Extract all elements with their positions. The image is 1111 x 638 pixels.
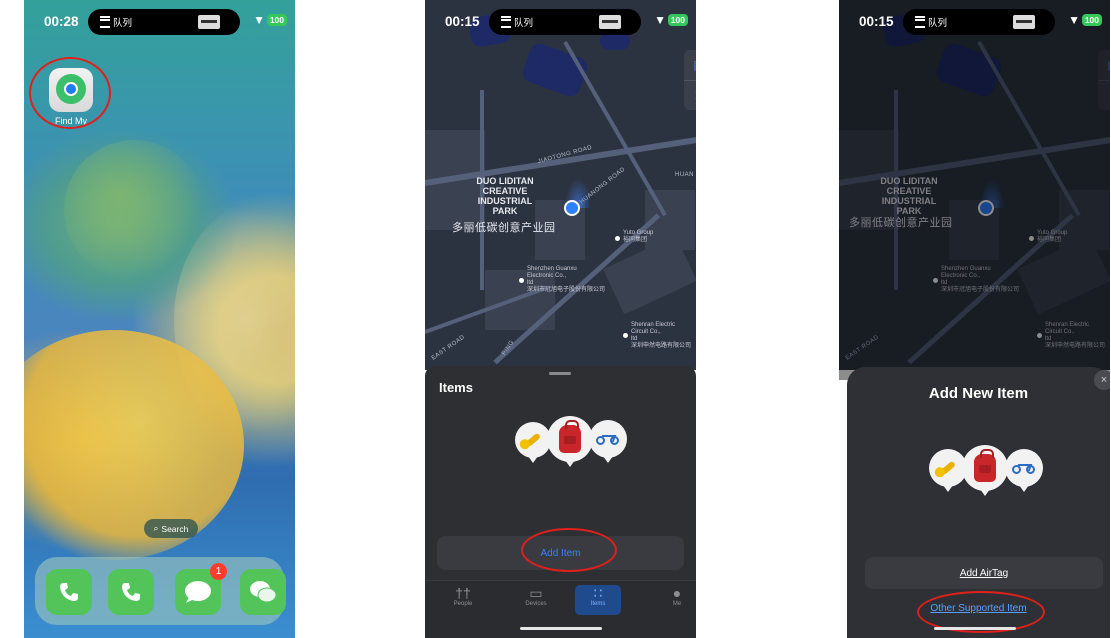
live-activity-thumbnail [599, 15, 621, 29]
queue-indicator: 队列 [100, 15, 132, 29]
sheet-title: Items [439, 380, 473, 395]
tab-label: Devices [525, 601, 547, 607]
add-airtag-label: Add AirTag [959, 567, 1009, 579]
current-location-dot [566, 202, 578, 214]
queue-label: 队列 [514, 18, 534, 29]
status-bar: 00:28 队列 ▼ 100 [24, 0, 295, 44]
tab-label: People [453, 601, 473, 607]
bicycle-icon [1012, 462, 1036, 474]
key-icon [939, 460, 957, 476]
road-label: EAST ROAD [430, 334, 467, 362]
dynamic-island[interactable]: 队列 [489, 9, 641, 35]
backpack-bubble [547, 416, 593, 467]
close-icon: × [1100, 374, 1108, 386]
status-time: 00:15 [445, 14, 480, 29]
tab-people[interactable]: †† People [440, 585, 486, 615]
sheet-grabber[interactable] [549, 372, 571, 375]
status-time: 00:28 [44, 14, 79, 29]
live-activity-thumbnail [198, 15, 220, 29]
poi-label: Yuto Group 裕同集团 [623, 230, 654, 243]
queue-label: 队列 [113, 18, 133, 29]
list-icon [915, 16, 925, 28]
map-view[interactable]: JIAOTONG ROAD HUANONG ROAD HUAN EAST ROA… [425, 0, 696, 370]
tab-me[interactable]: ● Me [661, 585, 693, 615]
wifi-icon: ▼ [253, 13, 265, 27]
search-pill[interactable]: ⌕ Search [144, 519, 198, 538]
poi-marker[interactable] [623, 333, 628, 338]
people-icon: †† [455, 585, 471, 601]
me-icon: ● [672, 585, 682, 601]
battery-indicator: 100 [266, 14, 287, 26]
bike-bubble [589, 420, 627, 463]
poi-marker[interactable] [519, 278, 524, 283]
wifi-icon: ▼ [1068, 13, 1080, 27]
close-button[interactable]: × [1094, 370, 1110, 390]
bike-bubble [1005, 449, 1043, 492]
add-new-item-screen: DUO LIDITAN CREATIVE INDUSTRIAL PARK 多丽低… [839, 0, 1110, 638]
map-mode-icon[interactable]: ▦ [684, 50, 696, 81]
key-icon [524, 432, 542, 448]
find-my-items-screen: JIAOTONG ROAD HUANONG ROAD HUAN EAST ROA… [425, 0, 696, 638]
phone-app-icon[interactable] [46, 569, 92, 615]
bicycle-icon [596, 433, 620, 445]
annotation-circle [29, 57, 111, 129]
dynamic-island[interactable]: 队列 [88, 9, 240, 35]
backpack-bubble [962, 445, 1008, 496]
backpack-icon [974, 449, 996, 482]
tab-devices[interactable]: ▭ Devices [513, 585, 559, 615]
devices-icon: ▭ [529, 585, 543, 601]
queue-indicator: 队列 [915, 15, 947, 29]
list-icon [100, 16, 110, 28]
notification-badge: 1 [210, 563, 227, 580]
dock: 1 [35, 557, 286, 625]
wechat-app-icon[interactable] [240, 569, 286, 615]
items-icon: ∷ [593, 585, 603, 601]
messages-app-icon[interactable]: 1 [175, 563, 227, 615]
add-airtag-button[interactable]: Add AirTag [865, 557, 1103, 589]
add-new-item-sheet: Add New Item Add AirTag Other Supported … [847, 367, 1110, 638]
status-bar: 00:15 队列 ▼ 100 [425, 0, 696, 44]
search-label: Search [161, 523, 189, 534]
live-activity-thumbnail [1013, 15, 1035, 29]
dynamic-island[interactable]: 队列 [903, 9, 1055, 35]
park-label-cn: 多丽低碳创意产业园 [452, 222, 556, 234]
poi-label: Shenran Electric Circuit Co., ltd 深圳申然电路… [631, 322, 692, 349]
home-indicator[interactable] [520, 627, 602, 630]
annotation-circle [521, 528, 617, 572]
tab-items[interactable]: ∷ Items [575, 585, 621, 615]
status-bar: 00:15 队列 ▼ 100 [839, 0, 1110, 44]
phone-app-icon[interactable] [108, 569, 154, 615]
backpack-icon [559, 420, 581, 453]
status-time: 00:15 [859, 14, 894, 29]
poi-marker[interactable] [615, 236, 620, 241]
park-label: DUO LIDITAN CREATIVE INDUSTRIAL PARK [476, 176, 534, 216]
search-icon: ⌕ [153, 523, 159, 533]
home-screen: 00:28 队列 ▼ 100 Find My ⌕ Search 1 [24, 0, 295, 638]
road-label: HUAN [675, 172, 695, 178]
tab-label: Me [672, 601, 682, 607]
map-controls: ▦ ➤ [684, 50, 696, 110]
poi-label: Shenzhen Guanxu Electronic Co., ltd 深圳市冠… [527, 266, 606, 293]
tab-label: Items [590, 601, 606, 607]
battery-indicator: 100 [1081, 14, 1102, 26]
queue-label: 队列 [928, 18, 948, 29]
wallpaper-shape [64, 140, 204, 280]
dim-overlay [839, 0, 1110, 380]
sheet-title: Add New Item [928, 385, 1029, 402]
list-icon [501, 16, 511, 28]
home-indicator[interactable] [934, 627, 1016, 630]
wifi-icon: ▼ [654, 13, 666, 27]
battery-indicator: 100 [667, 14, 688, 26]
queue-indicator: 队列 [501, 15, 533, 29]
key-bubble [515, 422, 551, 463]
locate-arrow-icon[interactable]: ➤ [684, 80, 696, 110]
